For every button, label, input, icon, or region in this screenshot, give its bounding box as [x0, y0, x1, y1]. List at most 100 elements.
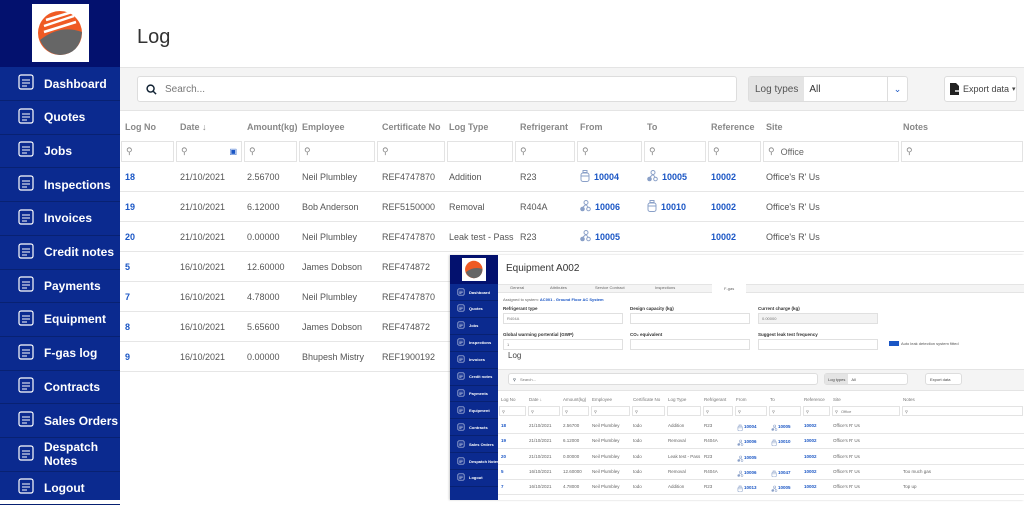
inset-column-header[interactable]: Notes [903, 397, 915, 402]
column-header-log-type[interactable]: Log Type [449, 122, 488, 132]
reference-link[interactable]: 10002 [711, 172, 736, 182]
inset-cell[interactable]: 10002 [804, 423, 817, 428]
inset-cell[interactable]: 10006 [736, 469, 757, 477]
log-no-link[interactable]: 18 [125, 172, 135, 182]
inset-tab-attributes[interactable]: Attributes [550, 285, 567, 290]
sidebar-item-contracts[interactable]: Contracts [0, 370, 120, 405]
inset-cell[interactable]: 18 [501, 423, 506, 428]
column-header-employee[interactable]: Employee [302, 122, 345, 132]
inset-cell[interactable]: 10010 [770, 438, 791, 447]
calendar-icon[interactable]: ▣ [229, 147, 237, 156]
inset-cell[interactable]: 10002 [804, 469, 817, 474]
sidebar-item-dashboard[interactable]: Dashboard [0, 67, 120, 101]
inset-sidebar-item-payments[interactable]: Payments [450, 385, 498, 403]
log-no-link[interactable]: 7 [125, 292, 130, 302]
search-input[interactable]: Search... [137, 76, 737, 102]
inset-column-filter[interactable]: ⚲ [902, 406, 1023, 416]
inset-cell[interactable]: 10002 [804, 454, 817, 459]
log-no-link[interactable]: 9 [125, 352, 130, 362]
inset-column-header[interactable]: Reference [804, 397, 825, 402]
inset-cell[interactable]: 10013 [736, 484, 757, 493]
column-filter[interactable]: ⚲ [299, 141, 375, 162]
refrigerant-type-select[interactable]: R404A [503, 313, 623, 324]
column-filter[interactable]: ⚲ [515, 141, 575, 162]
reference-link[interactable]: 10002 [711, 232, 736, 242]
inset-column-header[interactable]: Employee [592, 397, 612, 402]
inset-cell[interactable]: 7 [501, 484, 504, 489]
from-link[interactable]: 10006 [580, 200, 620, 214]
inset-sidebar-item-invoices[interactable]: Invoices [450, 352, 498, 369]
inset-tab-general[interactable]: General [510, 285, 524, 290]
column-header-site[interactable]: Site [766, 122, 783, 132]
inset-log-types-select[interactable]: Log types All [824, 373, 908, 385]
inset-column-header[interactable]: Amount(kg) [563, 397, 586, 402]
sidebar-item-invoices[interactable]: Invoices [0, 202, 120, 236]
inset-sidebar-item-contracts[interactable]: Contracts [450, 419, 498, 437]
sidebar-item-sales-orders[interactable]: Sales Orders [0, 404, 120, 438]
inset-column-header[interactable]: Date ↓ [529, 397, 542, 402]
inset-cell[interactable]: 20 [501, 454, 506, 459]
inset-cell[interactable]: 10005 [770, 423, 791, 431]
sidebar-item-credit-notes[interactable]: Credit notes [0, 236, 120, 270]
auto-leak-toggle[interactable] [889, 341, 899, 346]
leak-frequency-input[interactable] [758, 339, 878, 350]
inset-sidebar-item-sales-orders[interactable]: Sales Orders [450, 436, 498, 454]
inset-sidebar-item-inspections[interactable]: Inspections [450, 335, 498, 352]
inset-column-filter[interactable]: ⚲ [632, 406, 665, 416]
inset-sidebar-item-logout[interactable]: Logout [450, 470, 498, 487]
from-link[interactable]: 10004 [580, 170, 619, 184]
inset-column-filter[interactable]: ⚲ [562, 406, 589, 416]
inset-column-filter[interactable] [667, 406, 701, 416]
inset-tab-service-contract[interactable]: Service Contract [595, 285, 625, 290]
inset-column-header[interactable]: To [770, 397, 775, 402]
inset-sidebar-item-jobs[interactable]: Jobs [450, 318, 498, 335]
sidebar-item-inspections[interactable]: Inspections [0, 168, 120, 203]
from-link[interactable]: 10005 [580, 230, 620, 244]
inset-sidebar-item-despatch-notes[interactable]: Despatch Notes [450, 453, 499, 470]
assigned-system-link[interactable]: AC001 - Ground Floor AC System [540, 297, 604, 302]
inset-cell[interactable]: 19 [501, 438, 506, 443]
export-data-button[interactable]: Export data ▾ [944, 76, 1017, 102]
co2-input[interactable] [630, 339, 750, 350]
inset-column-filter[interactable]: ⚲ [803, 406, 830, 416]
inset-sidebar-item-credit-notes[interactable]: Credit notes [450, 369, 498, 386]
inset-tab-inspections[interactable]: Inspections [655, 285, 675, 290]
inset-search-input[interactable]: ⚲ Search... [508, 373, 818, 385]
inset-column-filter[interactable]: ⚲ Office [832, 406, 900, 416]
inset-cell[interactable]: 10047 [770, 469, 791, 478]
inset-column-filter[interactable]: ⚲ [499, 406, 526, 416]
column-header-certificate-no[interactable]: Certificate No [382, 122, 441, 132]
inset-cell[interactable]: 10002 [804, 438, 817, 443]
log-no-link[interactable]: 5 [125, 262, 130, 272]
inset-column-header[interactable]: From [736, 397, 747, 402]
column-filter[interactable]: ⚲ [708, 141, 761, 162]
log-no-link[interactable]: 19 [125, 202, 135, 212]
sidebar-item-f-gas-log[interactable]: F-gas log [0, 337, 120, 371]
inset-column-header[interactable]: Log Type [668, 397, 686, 402]
column-filter[interactable]: ⚲ [644, 141, 706, 162]
column-filter[interactable]: ⚲ [244, 141, 297, 162]
sidebar-item-equipment[interactable]: Equipment [0, 303, 120, 337]
column-filter[interactable]: ⚲ ▣ [176, 141, 242, 162]
column-header-log-no[interactable]: Log No [125, 122, 156, 132]
column-header-reference[interactable]: Reference [711, 122, 755, 132]
column-filter[interactable]: ⚲ Office [763, 141, 899, 162]
inset-column-header[interactable]: Certificate No [633, 397, 660, 402]
inset-column-filter[interactable]: ⚲ [735, 406, 767, 416]
column-filter[interactable]: ⚲ [577, 141, 642, 162]
inset-cell[interactable]: 10005 [770, 484, 791, 492]
to-link[interactable]: 10010 [647, 200, 686, 214]
column-header-amount-kg-[interactable]: Amount(kg) [247, 122, 298, 132]
inset-column-filter[interactable]: ⚲ [528, 406, 560, 416]
design-capacity-input[interactable] [630, 313, 750, 324]
inset-sidebar-item-quotes[interactable]: Quotes [450, 301, 498, 318]
company-logo[interactable] [32, 4, 89, 62]
reference-link[interactable]: 10002 [711, 202, 736, 212]
column-header-to[interactable]: To [647, 122, 657, 132]
column-header-notes[interactable]: Notes [903, 122, 928, 132]
inset-sidebar-item-equipment[interactable]: Equipment [450, 402, 498, 420]
inset-cell[interactable]: 10006 [736, 438, 757, 447]
column-header-date-[interactable]: Date ↓ [180, 122, 207, 132]
to-link[interactable]: 10005 [647, 170, 687, 184]
gwp-input[interactable]: 1 [503, 339, 623, 350]
